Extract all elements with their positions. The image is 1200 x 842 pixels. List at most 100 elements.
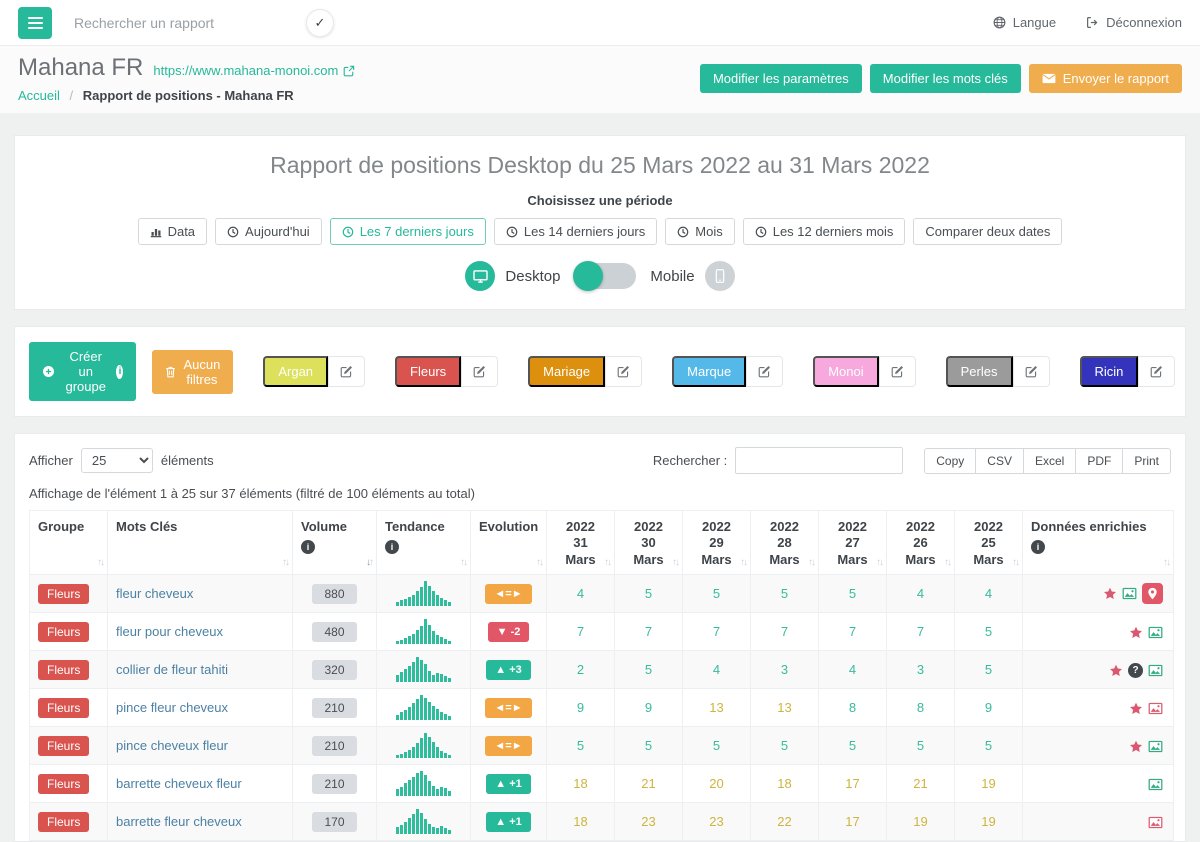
keyword-link[interactable]: pince fleur cheveux (116, 700, 228, 715)
print-export-button[interactable]: Print (1122, 448, 1171, 474)
modifier-les-param-tres-button[interactable]: Modifier les paramètres (700, 64, 862, 93)
keyword-link[interactable]: fleur cheveux (116, 586, 193, 601)
group-filter-marque[interactable]: Marque (672, 356, 746, 387)
csv-export-button[interactable]: CSV (975, 448, 1024, 474)
group-filter-mariage[interactable]: Mariage (528, 356, 605, 387)
image-icon (1148, 740, 1163, 753)
keyword-link[interactable]: fleur pour cheveux (116, 624, 223, 639)
edit-group-button[interactable] (605, 356, 642, 387)
device-toggle-switch[interactable] (574, 263, 636, 289)
toggle-knob (573, 261, 603, 291)
period-button-les-12-derniers-mois[interactable]: Les 12 derniers mois (743, 218, 906, 245)
page-length-select[interactable]: 25 (81, 448, 153, 473)
column-header-2022-26-mars[interactable]: 202226Mars↑↓ (887, 511, 955, 575)
period-chooser-label: Choisissez une période (15, 193, 1185, 208)
period-button-data[interactable]: Data (138, 218, 207, 245)
group-badge: Fleurs (38, 622, 89, 642)
image-icon (1148, 816, 1163, 829)
cell-position: 5 (955, 651, 1023, 689)
group-filter-argan[interactable]: Argan (263, 356, 328, 387)
image-icon (1148, 626, 1163, 639)
top-navbar: ✓ Langue Déconnexion (0, 0, 1200, 46)
table-row: Fleurspince fleur cheveux210◄=►991313889 (30, 689, 1174, 727)
period-button-mois[interactable]: Mois (665, 218, 734, 245)
cell-evolution: ◄=► (471, 727, 547, 765)
cell-position: 7 (819, 613, 887, 651)
search-confirm-button[interactable]: ✓ (306, 9, 334, 37)
table-search-input[interactable] (735, 447, 903, 474)
column-header-mots-cl-s[interactable]: Mots Clés↑↓ (108, 511, 293, 575)
period-button-comparer-deux-dates[interactable]: Comparer deux dates (913, 218, 1062, 245)
column-header-2022-30-mars[interactable]: 202230Mars↑↓ (615, 511, 683, 575)
menu-toggle-button[interactable] (18, 7, 52, 39)
date-day: 27 (827, 535, 878, 551)
edit-group-button[interactable] (461, 356, 498, 387)
report-search-input[interactable] (72, 14, 262, 32)
position-value: 13 (709, 700, 723, 715)
cell-trend (377, 727, 471, 765)
period-button-aujourd-hui[interactable]: Aujourd'hui (215, 218, 322, 245)
keyword-link[interactable]: barrette cheveux fleur (116, 776, 242, 791)
period-button-les-7-derniers-jours[interactable]: Les 7 derniers jours (330, 218, 486, 245)
column-header-donn-es-enrichies[interactable]: Données enrichiesi↑↓ (1023, 511, 1174, 575)
edit-group-button[interactable] (879, 356, 916, 387)
edit-group-button[interactable] (328, 356, 365, 387)
column-header-evolution[interactable]: Evolution↑↓ (471, 511, 547, 575)
position-value: 5 (645, 662, 652, 677)
column-header-2022-28-mars[interactable]: 202228Mars↑↓ (751, 511, 819, 575)
cell-group: Fleurs (30, 575, 108, 613)
date-year: 2022 (827, 519, 878, 535)
table-controls: Afficher 25 éléments Rechercher : CopyCS… (15, 434, 1185, 478)
group-filter-fleurs[interactable]: Fleurs (395, 356, 461, 387)
column-header-groupe[interactable]: Groupe↑↓ (30, 511, 108, 575)
group-filter-ricin[interactable]: Ricin (1080, 356, 1139, 387)
column-label: Données enrichies (1031, 519, 1165, 535)
edit-group-button[interactable] (746, 356, 783, 387)
cell-position: 17 (819, 803, 887, 841)
excel-export-button[interactable]: Excel (1023, 448, 1076, 474)
keyword-link[interactable]: pince cheveux fleur (116, 738, 228, 753)
edit-group-button[interactable] (1013, 356, 1050, 387)
column-header-2022-25-mars[interactable]: 202225Mars↑↓ (955, 511, 1023, 575)
keyword-link[interactable]: barrette fleur cheveux (116, 814, 242, 829)
position-value: 19 (981, 776, 995, 791)
pencil-square-icon (617, 365, 630, 378)
star-icon (1129, 702, 1143, 715)
group-filter-perles[interactable]: Perles (946, 356, 1013, 387)
copy-export-button[interactable]: Copy (924, 448, 976, 474)
create-group-button[interactable]: Créer un groupe i (29, 342, 136, 401)
image-icon (1148, 664, 1163, 677)
info-icon: i (385, 540, 399, 554)
pdf-export-button[interactable]: PDF (1075, 448, 1123, 474)
period-button-les-14-derniers-jours[interactable]: Les 14 derniers jours (494, 218, 657, 245)
cell-position: 5 (615, 575, 683, 613)
position-value: 7 (577, 624, 584, 639)
edit-group-button[interactable] (1138, 356, 1175, 387)
cell-position: 9 (547, 689, 615, 727)
table-row: Fleursbarrette cheveux fleur210▲ +118212… (30, 765, 1174, 803)
language-menu[interactable]: Langue (993, 15, 1056, 30)
cell-enriched-data: ? (1023, 651, 1174, 689)
date-year: 2022 (555, 519, 606, 535)
period-button-label: Les 7 derniers jours (360, 224, 474, 239)
column-header-tendance[interactable]: Tendancei↑↓ (377, 511, 471, 575)
group-filter-monoi[interactable]: Monoi (813, 356, 878, 387)
date-month: Mars (895, 552, 946, 568)
column-header-2022-29-mars[interactable]: 202229Mars↑↓ (683, 511, 751, 575)
column-header-volume[interactable]: Volumei↓↑ (293, 511, 377, 575)
modifier-les-mots-cl-s-button[interactable]: Modifier les mots clés (870, 64, 1021, 93)
cell-position: 9 (955, 689, 1023, 727)
column-header-2022-31-mars[interactable]: 202231Mars↑↓ (547, 511, 615, 575)
clear-filters-button[interactable]: Aucun filtres (152, 350, 233, 394)
cell-position: 8 (819, 689, 887, 727)
star-icon (1109, 664, 1123, 677)
column-header-2022-27-mars[interactable]: 202227Mars↑↓ (819, 511, 887, 575)
site-url-link[interactable]: https://www.mahana-monoi.com (153, 63, 355, 78)
logout-link[interactable]: Déconnexion (1086, 15, 1182, 30)
breadcrumb-home-link[interactable]: Accueil (18, 88, 60, 103)
cell-group: Fleurs (30, 689, 108, 727)
keyword-link[interactable]: collier de fleur tahiti (116, 662, 228, 677)
envelope-icon (1042, 73, 1056, 84)
envoyer-le-rapport-button[interactable]: Envoyer le rapport (1029, 64, 1182, 93)
cell-position: 4 (819, 651, 887, 689)
